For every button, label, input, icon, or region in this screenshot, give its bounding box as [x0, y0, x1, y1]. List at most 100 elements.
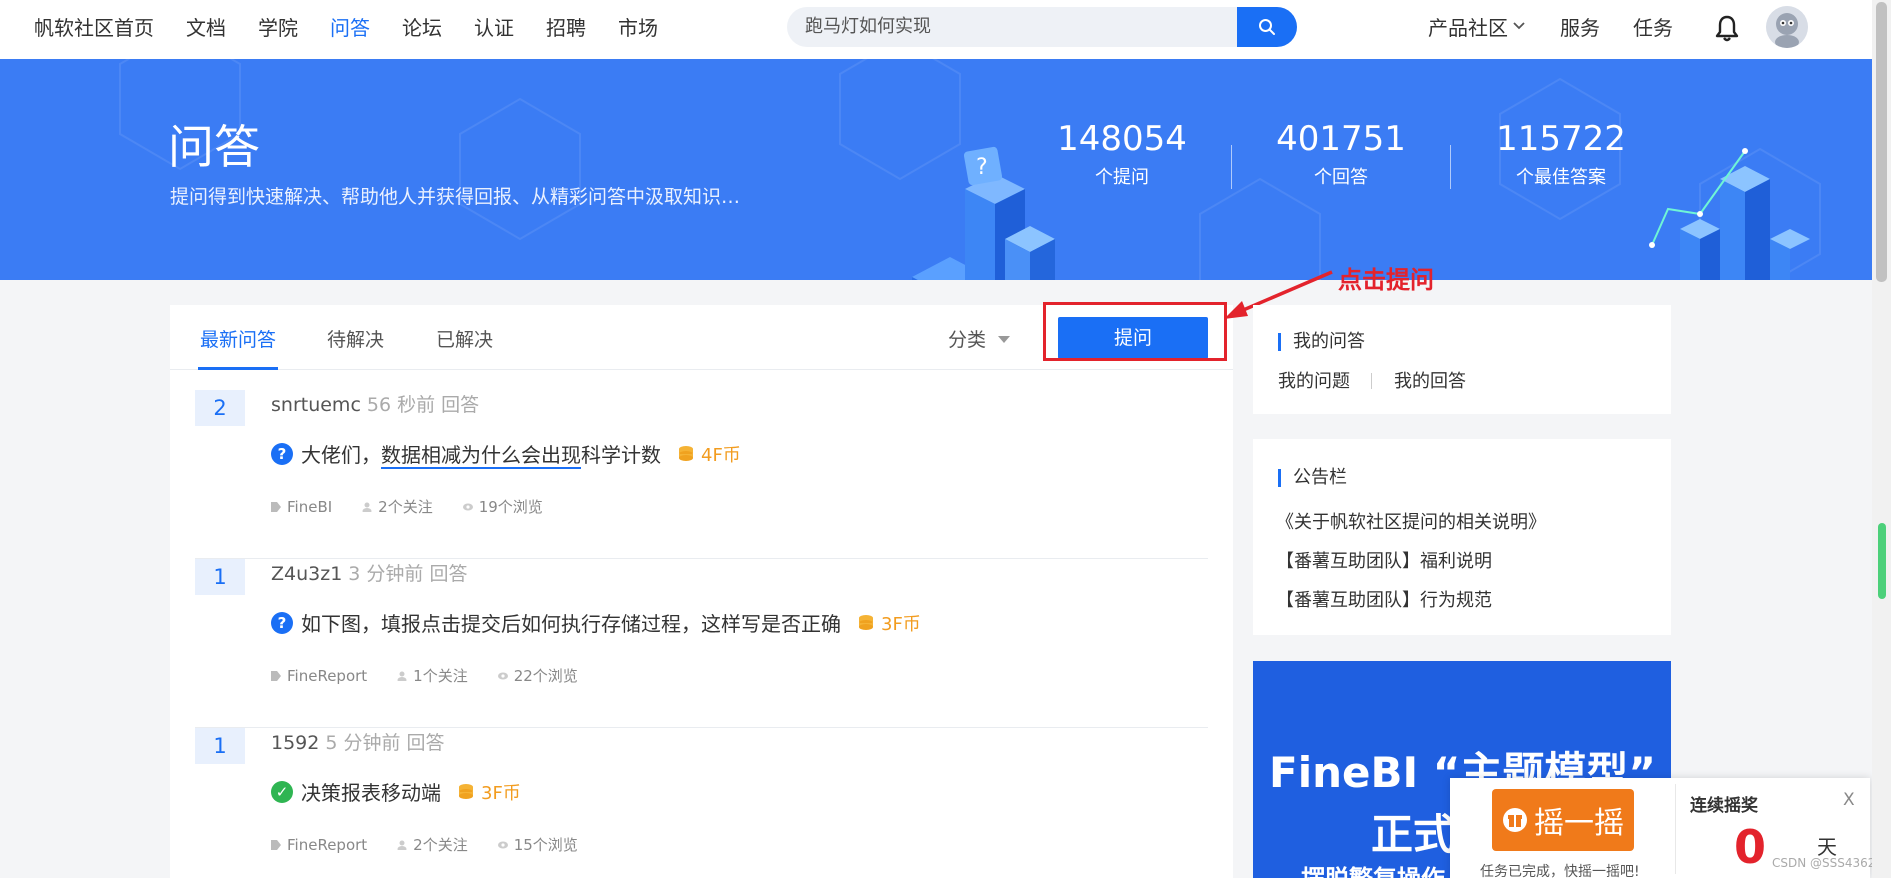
coin-stack-icon — [459, 783, 473, 799]
side-progress-indicator — [1878, 523, 1886, 599]
nav-item-market[interactable]: 市场 — [618, 12, 658, 41]
question-meta: Z4u3z1 3 分钟前 回答 — [271, 559, 467, 586]
scrollbar-thumb[interactable] — [1876, 2, 1887, 282]
follow-label: 2个关注 — [413, 836, 468, 854]
caret-down-icon — [998, 336, 1010, 343]
nav-tasks[interactable]: 任务 — [1633, 0, 1673, 52]
bounty: 3F币 — [457, 779, 521, 805]
question-item[interactable]: 2 snrtuemc 56 秒前 回答 ? 大佬们，数据相减为什么会出现科学计数 … — [195, 390, 1208, 559]
tab-solved[interactable]: 已解决 — [436, 325, 493, 352]
stat-label: 个最佳答案 — [1516, 167, 1606, 188]
bounty-value: 3F币 — [481, 782, 521, 804]
follow-count: 2个关注 — [362, 496, 433, 517]
close-button[interactable]: X — [1843, 790, 1855, 810]
category-dropdown[interactable]: 分类 — [948, 325, 986, 352]
question-title[interactable]: 大佬们，数据相减为什么会出现科学计数 — [301, 439, 661, 469]
view-count: 22个浏览 — [497, 665, 578, 686]
promo-headline-2: 正式 — [1371, 810, 1456, 859]
question-footer: FineReport 2个关注 15个浏览 — [271, 834, 608, 855]
product-community-label: 产品社区 — [1428, 15, 1508, 40]
stat-divider — [1450, 145, 1451, 189]
nav-item-qa[interactable]: 问答 — [330, 12, 370, 41]
answer-count: 1 — [195, 559, 245, 595]
question-title-row: ? 大佬们，数据相减为什么会出现科学计数 4F币 — [271, 439, 741, 469]
nav-item-docs[interactable]: 文档 — [186, 12, 226, 41]
nav-item-forum[interactable]: 论坛 — [402, 12, 442, 41]
question-title-row: ? 如下图，填报点击提交后如何执行存储过程，这样写是否正确 3F币 — [271, 608, 921, 637]
tag-icon — [271, 670, 281, 681]
tasks-label: 任务 — [1633, 15, 1673, 40]
stat-questions: 148054 个提问 — [1022, 119, 1222, 189]
question-footer: FineBI 2个关注 19个浏览 — [271, 496, 573, 517]
nav-item-jobs[interactable]: 招聘 — [546, 12, 586, 41]
question-tag[interactable]: FineReport — [271, 667, 367, 685]
question-title[interactable]: 如下图，填报点击提交后如何执行存储过程，这样写是否正确 — [301, 608, 841, 637]
my-answers-link[interactable]: 我的回答 — [1394, 367, 1466, 393]
eye-icon — [462, 503, 473, 510]
nav-item-academy[interactable]: 学院 — [258, 12, 298, 41]
search-button[interactable] — [1237, 7, 1297, 47]
user-avatar[interactable] — [1766, 6, 1808, 48]
question-tag[interactable]: FineReport — [271, 836, 367, 854]
answer-user[interactable]: Z4u3z1 — [271, 563, 342, 585]
question-item[interactable]: 1 1592 5 分钟前 回答 ✓ 决策报表移动端 3F币 FineReport … — [195, 728, 1208, 878]
user-icon — [397, 671, 407, 681]
notice-link[interactable]: 《关于帆软社区提问的相关说明》 — [1276, 508, 1546, 534]
coin-stack-icon — [679, 445, 693, 461]
answer-time: 56 秒前 回答 — [366, 394, 480, 416]
card-title: 公告栏 — [1278, 469, 1347, 487]
user-icon — [362, 502, 372, 512]
answer-count: 1 — [195, 728, 245, 764]
bounty-value: 3F币 — [881, 613, 921, 635]
question-footer: FineReport 1个关注 22个浏览 — [271, 665, 608, 686]
stat-value: 401751 — [1276, 119, 1406, 159]
nav-item-home[interactable]: 帆软社区首页 — [34, 12, 154, 41]
tab-latest[interactable]: 最新问答 — [200, 325, 276, 352]
page-subtitle: 提问得到快速解决、帮助他人并获得回报、从精彩问答中汲取知识… — [170, 186, 741, 208]
follow-count: 1个关注 — [397, 665, 468, 686]
nav-product-community[interactable]: 产品社区 — [1428, 0, 1526, 52]
question-title[interactable]: 决策报表移动端 — [301, 777, 441, 806]
nav-menu: 帆软社区首页 文档 学院 问答 论坛 认证 招聘 市场 — [34, 0, 690, 52]
nav-item-certification[interactable]: 认证 — [474, 12, 514, 41]
tab-unsolved[interactable]: 待解决 — [327, 325, 384, 352]
promo-subline: 摆脱繁复操作 — [1301, 859, 1445, 878]
my-questions-link[interactable]: 我的问题 — [1278, 367, 1350, 393]
question-mark-icon: ? — [271, 611, 293, 634]
answer-user[interactable]: snrtuemc — [271, 394, 361, 416]
tag-label: FineReport — [287, 835, 368, 854]
tag-label: FineBI — [287, 497, 333, 516]
card-title: 我的问答 — [1278, 333, 1365, 351]
notification-bell[interactable] — [1714, 14, 1740, 46]
view-label: 22个浏览 — [513, 667, 578, 685]
question-mark-icon: ? — [271, 442, 293, 465]
service-label: 服务 — [1560, 15, 1600, 40]
user-icon — [397, 840, 407, 850]
question-meta: snrtuemc 56 秒前 回答 — [271, 390, 479, 417]
answer-user[interactable]: 1592 — [271, 732, 319, 754]
notice-link[interactable]: 【番薯互助团队】福利说明 — [1276, 547, 1492, 573]
popup-title: 连续摇奖 — [1690, 796, 1758, 816]
question-tag[interactable]: FineBI — [271, 498, 332, 516]
answer-time: 3 分钟前 回答 — [348, 563, 468, 585]
annotation-label: 点击提问 — [1338, 266, 1434, 294]
question-list-card: 最新问答 待解决 已解决 分类 提问 2 snrtuemc 56 秒前 回答 ? … — [170, 305, 1233, 878]
chevron-down-icon — [1513, 22, 1525, 30]
watermark: CSDN @SSS4362 — [1772, 856, 1876, 870]
page-scrollbar[interactable] — [1872, 0, 1891, 878]
nav-service[interactable]: 服务 — [1560, 0, 1600, 52]
question-meta: 1592 5 分钟前 回答 — [271, 728, 445, 755]
bounty: 4F币 — [677, 441, 741, 467]
question-item[interactable]: 1 Z4u3z1 3 分钟前 回答 ? 如下图，填报点击提交后如何执行存储过程，这… — [195, 559, 1208, 728]
avatar-image — [1766, 6, 1808, 48]
search-input[interactable] — [805, 7, 1225, 47]
divider — [1675, 784, 1676, 874]
coin-stack-icon — [859, 614, 873, 630]
notice-link[interactable]: 【番薯互助团队】行为规范 — [1276, 586, 1492, 612]
follow-count: 2个关注 — [397, 834, 468, 855]
gift-icon — [1503, 808, 1527, 832]
search-bar — [787, 7, 1297, 47]
view-label: 15个浏览 — [513, 836, 578, 854]
shake-button[interactable]: 摇一摇 — [1492, 789, 1634, 851]
view-label: 19个浏览 — [478, 498, 543, 516]
